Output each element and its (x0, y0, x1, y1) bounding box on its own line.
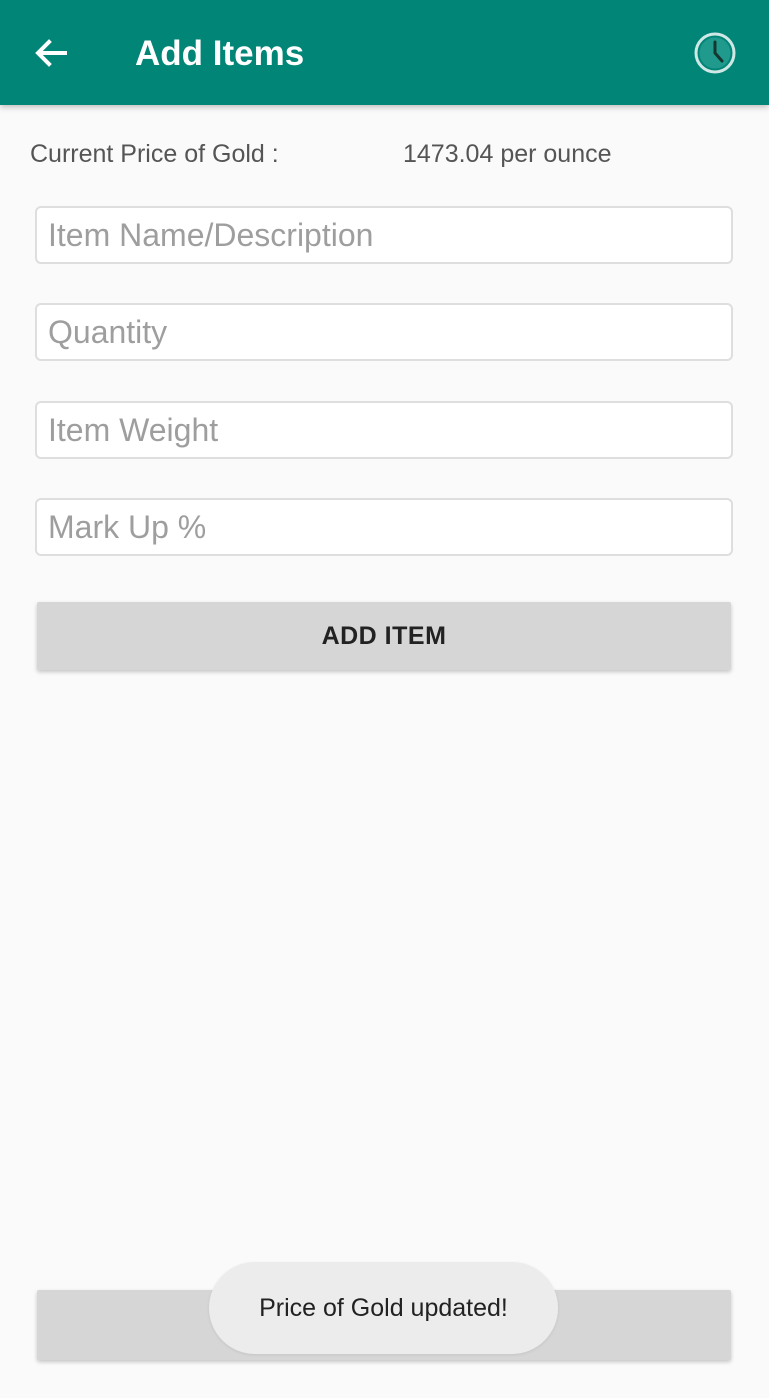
gold-price-label: Current Price of Gold : (30, 140, 279, 168)
item-weight-input[interactable] (35, 401, 733, 459)
arrow-left-icon (35, 39, 67, 67)
history-button[interactable] (690, 28, 740, 78)
quantity-input[interactable] (35, 303, 733, 361)
item-name-input[interactable] (35, 206, 733, 264)
clock-icon (694, 32, 736, 74)
toast-message: Price of Gold updated! (209, 1262, 558, 1354)
gold-price-value: 1473.04 per ounce (403, 140, 612, 168)
add-item-button[interactable]: ADD ITEM (37, 602, 731, 670)
mark-up-input[interactable] (35, 498, 733, 556)
back-button[interactable] (26, 28, 76, 78)
page-title: Add Items (135, 34, 305, 73)
app-bar: Add Items (0, 0, 769, 105)
